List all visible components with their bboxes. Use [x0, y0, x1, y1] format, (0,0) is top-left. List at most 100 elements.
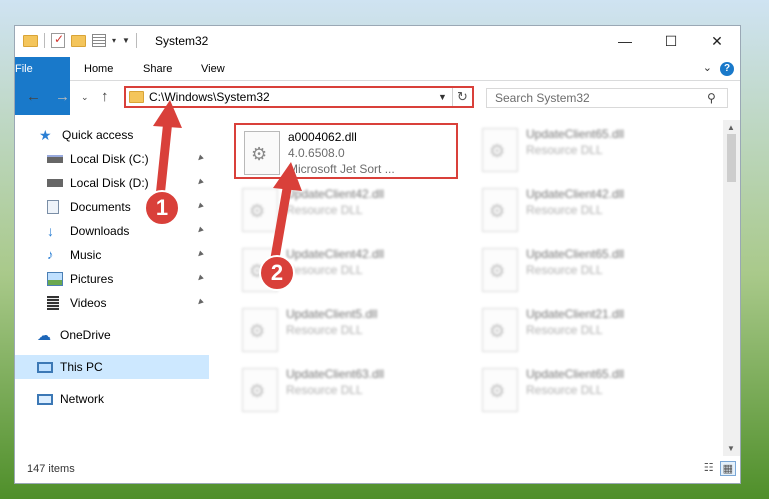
- file-description: Resource DLL: [286, 383, 363, 397]
- dll-file-icon: [242, 368, 278, 412]
- title-bar: ▾ ▼ System32 — ☐ ✕: [15, 26, 740, 57]
- help-icon[interactable]: ?: [720, 62, 734, 76]
- sidebar-item-label: Downloads: [70, 224, 130, 238]
- scroll-thumb[interactable]: [727, 134, 736, 182]
- pin-icon[interactable]: ▼: [194, 175, 207, 188]
- navigation-bar: ← → ⌄ ↑ C:\Windows\System32 ▼ ↻ Search S…: [15, 81, 740, 113]
- pin-icon[interactable]: ▼: [194, 151, 207, 164]
- pin-icon[interactable]: ▼: [194, 223, 207, 236]
- sidebar-item-label: This PC: [60, 360, 103, 374]
- sidebar-item-label: Quick access: [62, 128, 134, 142]
- refresh-icon[interactable]: ↻: [452, 88, 472, 106]
- sidebar-item-label: OneDrive: [60, 328, 111, 342]
- sidebar-item-downloads[interactable]: ↓ Downloads ▼: [15, 219, 209, 243]
- search-input[interactable]: Search System32 ⚲: [486, 88, 728, 108]
- separator: [135, 33, 137, 48]
- address-path[interactable]: C:\Windows\System32: [149, 90, 438, 104]
- file-name: UpdateClient65.dll: [526, 127, 625, 141]
- folder-icon[interactable]: [23, 34, 38, 47]
- sidebar-item-videos[interactable]: Videos ▼: [15, 291, 209, 315]
- dll-file-icon: [244, 131, 280, 175]
- file-description: Resource DLL: [286, 203, 363, 217]
- download-icon: ↓: [47, 223, 54, 239]
- dll-file-icon: [242, 308, 278, 352]
- vertical-scrollbar[interactable]: ▲ ▼: [723, 120, 740, 456]
- file-name: UpdateClient63.dll: [286, 367, 385, 381]
- sidebar-item-local-disk-d[interactable]: Local Disk (D:) ▼: [15, 171, 209, 195]
- large-icons-view-icon[interactable]: ▦: [719, 461, 736, 476]
- window-title: System32: [155, 34, 209, 48]
- file-description: Resource DLL: [526, 383, 603, 397]
- minimize-button[interactable]: —: [602, 26, 648, 56]
- sidebar-item-local-disk-c[interactable]: Local Disk (C:) ▼: [15, 147, 209, 171]
- tab-view[interactable]: View: [201, 57, 225, 81]
- file-description: Resource DLL: [526, 203, 603, 217]
- customize-toolbar-icon[interactable]: ▼: [122, 36, 130, 45]
- picture-icon: [47, 272, 63, 286]
- file-item[interactable]: UpdateClient42.dll Resource DLL: [234, 182, 458, 240]
- sidebar-item-network[interactable]: Network: [15, 387, 209, 411]
- chevron-down-icon[interactable]: ▾: [112, 36, 116, 45]
- search-icon[interactable]: ⚲: [707, 91, 727, 105]
- dll-file-icon: [242, 188, 278, 232]
- back-arrow-icon[interactable]: ←: [26, 88, 41, 105]
- details-view-icon[interactable]: ☷: [704, 461, 714, 476]
- new-folder-icon[interactable]: [71, 34, 86, 47]
- maximize-button[interactable]: ☐: [648, 26, 694, 56]
- explorer-window: ▾ ▼ System32 — ☐ ✕ File Home Share View …: [14, 25, 741, 484]
- forward-arrow-icon[interactable]: →: [55, 88, 70, 105]
- cloud-icon: ☁: [37, 327, 51, 343]
- file-item[interactable]: UpdateClient65.dll Resource DLL: [474, 242, 698, 300]
- sidebar-item-music[interactable]: ♪ Music ▼: [15, 243, 209, 267]
- sidebar-item-pictures[interactable]: Pictures ▼: [15, 267, 209, 291]
- file-item[interactable]: UpdateClient65.dll Resource DLL: [474, 122, 698, 180]
- properties-check-icon[interactable]: [51, 32, 65, 48]
- scroll-down-icon[interactable]: ▼: [727, 444, 735, 453]
- chevron-down-icon[interactable]: ▼: [438, 92, 452, 102]
- file-item[interactable]: UpdateClient65.dll Resource DLL: [474, 362, 698, 420]
- pin-icon[interactable]: ▼: [194, 271, 207, 284]
- up-arrow-icon[interactable]: ↑: [101, 88, 109, 105]
- close-button[interactable]: ✕: [694, 26, 740, 56]
- list-properties-icon[interactable]: [92, 34, 106, 47]
- ribbon-tabs: File Home Share View ⌄ ?: [15, 57, 740, 115]
- search-placeholder: Search System32: [495, 91, 590, 105]
- network-icon: [37, 393, 53, 405]
- file-description: Microsoft Jet Sort ...: [288, 162, 395, 176]
- dll-file-icon: [482, 308, 518, 352]
- file-item[interactable]: UpdateClient42.dll Resource DLL: [474, 182, 698, 240]
- sidebar-item-quick-access[interactable]: ★ Quick access: [15, 123, 209, 147]
- file-name: UpdateClient21.dll: [526, 307, 625, 321]
- file-description: Resource DLL: [526, 143, 603, 157]
- dll-file-icon: [482, 248, 518, 292]
- sidebar-item-label: Pictures: [70, 272, 114, 286]
- file-description: Resource DLL: [526, 263, 603, 277]
- pin-icon[interactable]: ▼: [194, 247, 207, 260]
- file-item[interactable]: UpdateClient21.dll Resource DLL: [474, 302, 698, 360]
- file-item[interactable]: UpdateClient63.dll Resource DLL: [234, 362, 458, 420]
- sidebar-item-onedrive[interactable]: ☁ OneDrive: [15, 323, 209, 347]
- file-item[interactable]: UpdateClient5.dll Resource DLL: [234, 302, 458, 360]
- sidebar-item-this-pc[interactable]: This PC: [15, 355, 209, 379]
- annotation-marker-2: 2: [259, 255, 295, 291]
- quick-access-toolbar: ▾ ▼: [23, 32, 137, 48]
- address-bar[interactable]: C:\Windows\System32 ▼ ↻: [124, 86, 474, 108]
- file-item-a0004062[interactable]: a0004062.dll 4.0.6508.0 Microsoft Jet So…: [234, 123, 458, 179]
- status-bar: 147 items ☷ ▦: [15, 454, 740, 483]
- document-icon: [47, 200, 59, 214]
- sidebar-item-label: Videos: [70, 296, 107, 310]
- tab-home[interactable]: Home: [84, 57, 113, 81]
- pin-icon[interactable]: ▼: [194, 199, 207, 212]
- sidebar-item-label: Local Disk (D:): [70, 176, 149, 190]
- tab-share[interactable]: Share: [143, 57, 172, 81]
- expand-ribbon-icon[interactable]: ⌄: [703, 61, 712, 74]
- file-name: UpdateClient42.dll: [286, 187, 385, 201]
- dll-file-icon: [482, 188, 518, 232]
- file-name: a0004062.dll: [288, 130, 357, 144]
- scroll-up-icon[interactable]: ▲: [727, 123, 735, 132]
- pin-icon[interactable]: ▼: [194, 295, 207, 308]
- dll-file-icon: [482, 128, 518, 172]
- file-name: UpdateClient5.dll: [286, 307, 378, 321]
- recent-locations-icon[interactable]: ⌄: [81, 92, 89, 103]
- file-version: 4.0.6508.0: [288, 146, 345, 160]
